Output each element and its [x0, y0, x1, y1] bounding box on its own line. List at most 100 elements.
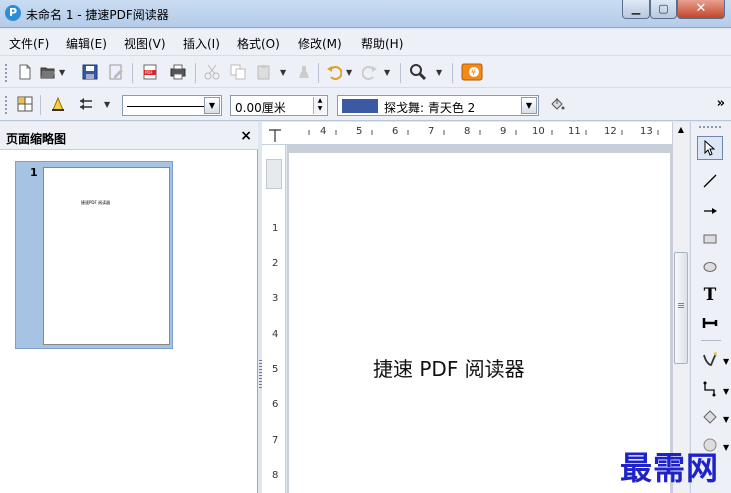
connector-tool[interactable] [697, 378, 723, 402]
line-style-preview [127, 106, 205, 107]
menu-edit[interactable]: 编辑(E) [66, 35, 107, 52]
menu-help[interactable]: 帮助(H) [361, 35, 403, 52]
ruler-ticks [308, 130, 659, 135]
thumbnail-page: 捷速PDF 阅读器 [43, 167, 170, 345]
title-bar: P 未命名 1 - 捷速PDF阅读器 ▁ ▢ ✕ [0, 0, 731, 28]
toolbar-separator [318, 63, 319, 83]
toolbar-separator [40, 95, 41, 115]
page-thumbnail[interactable]: 1 捷速PDF 阅读器 [15, 161, 173, 349]
chevron-down-icon[interactable]: ▼ [59, 68, 65, 77]
rectangle-tool[interactable] [697, 228, 723, 252]
svg-text:¥: ¥ [471, 68, 476, 77]
export-pdf-icon[interactable]: PDF [142, 64, 158, 80]
toolbar-grip[interactable] [5, 64, 7, 82]
thumbnail-text: 捷速PDF 阅读器 [81, 200, 111, 205]
page-number: 1 [30, 166, 38, 179]
menu-view[interactable]: 视图(V) [124, 35, 166, 52]
ruler-number: 1 [272, 223, 279, 234]
line-fill-toolbar: ▼ ▼ 0.00厘米 ▲ ▼ 探戈舞: 青天色 2 ▼ » [0, 87, 731, 121]
line-style-icon[interactable] [50, 96, 66, 112]
chevron-down-icon[interactable]: ▼ [104, 100, 110, 109]
line-style-select[interactable]: ▼ [122, 95, 222, 116]
chevron-down-icon[interactable]: ▼ [204, 97, 220, 114]
object-properties-icon[interactable] [17, 96, 33, 112]
chevron-down-icon[interactable]: ▼ [436, 68, 442, 77]
cut-icon[interactable] [204, 64, 220, 80]
curve-tool[interactable] [697, 348, 723, 372]
scrollbar-thumb[interactable] [674, 252, 688, 364]
chevron-down-icon[interactable]: ▼ [723, 443, 729, 452]
extension-icon[interactable]: ¥ [461, 63, 483, 81]
menu-format[interactable]: 格式(O) [237, 35, 280, 52]
app-icon: P [5, 5, 21, 21]
connector-icon [703, 381, 716, 397]
ruler-number: 7 [272, 435, 279, 446]
document-text[interactable]: 捷速 PDF 阅读器 [373, 353, 525, 382]
zoom-icon[interactable] [410, 64, 426, 80]
menu-insert[interactable]: 插入(I) [183, 35, 220, 52]
copy-icon[interactable] [230, 64, 246, 80]
line-tool[interactable] [697, 170, 723, 194]
tab-stop-icon[interactable] [268, 124, 282, 142]
chevron-down-icon[interactable]: ▼ [384, 68, 390, 77]
vertical-text-tool[interactable] [697, 312, 723, 336]
horizontal-ruler: 4 5 6 7 8 9 10 11 12 13 [262, 122, 672, 145]
select-tool[interactable] [697, 136, 723, 160]
close-icon[interactable]: × [240, 128, 252, 144]
scroll-up-icon[interactable]: ▲ [673, 122, 689, 138]
open-icon[interactable] [40, 64, 56, 80]
more-tools-icon[interactable]: » [717, 96, 725, 111]
menu-modify[interactable]: 修改(M) [298, 35, 342, 52]
undo-icon[interactable] [326, 64, 342, 80]
document-page[interactable]: 捷速 PDF 阅读器 [289, 153, 670, 493]
cursor-arrow-icon [704, 139, 716, 156]
chevron-down-icon[interactable]: ▼ [280, 68, 286, 77]
panel-title: 页面缩略图 [6, 132, 67, 146]
chevron-down-icon[interactable]: ▼ [346, 68, 352, 77]
chevron-down-icon[interactable]: ▼ [723, 387, 729, 396]
vertical-text-icon [702, 318, 718, 328]
chevron-down-icon[interactable]: ▼ [723, 415, 729, 424]
vertical-ruler: 1 2 3 4 5 6 7 8 [262, 145, 286, 493]
ruler-number: 5 [272, 364, 279, 375]
toolbar-grip[interactable] [699, 126, 723, 128]
paste-icon[interactable] [256, 64, 272, 80]
arrow-style-icon[interactable] [78, 96, 94, 112]
new-icon[interactable] [17, 64, 33, 80]
text-icon: T [703, 285, 717, 305]
menu-file[interactable]: 文件(F) [9, 35, 49, 52]
ellipse-tool[interactable] [697, 256, 723, 280]
drawing-toolbar: T ▼ ▼ ▼ ▼ [690, 122, 731, 493]
chevron-down-icon[interactable]: ▼ [723, 357, 729, 366]
maximize-button[interactable]: ▢ [650, 0, 677, 19]
clone-icon[interactable] [296, 64, 312, 80]
text-tool[interactable]: T [697, 284, 723, 308]
toolbar-grip[interactable] [5, 96, 7, 114]
paint-bucket-icon[interactable] [549, 96, 565, 112]
chevron-down-icon[interactable]: ▼ [521, 97, 537, 114]
arrow-line-tool[interactable] [697, 200, 723, 224]
print-icon[interactable] [170, 64, 186, 80]
minimize-button[interactable]: ▁ [622, 0, 650, 19]
window-title: 未命名 1 - 捷速PDF阅读器 [26, 8, 169, 22]
toolbar-separator [132, 63, 133, 83]
line-width-spinner[interactable]: ▲ ▼ [313, 97, 326, 114]
edit-icon[interactable] [108, 64, 124, 80]
vertical-scrollbar[interactable]: ▲ [672, 122, 689, 493]
redo-icon[interactable] [362, 64, 378, 80]
line-width-field[interactable]: 0.00厘米 ▲ ▼ [230, 95, 328, 116]
basic-shapes-tool[interactable] [697, 406, 723, 430]
panel-header: 页面缩略图 × [0, 122, 258, 150]
document-area[interactable]: 捷速 PDF 阅读器 [287, 145, 672, 493]
close-button[interactable]: ✕ [677, 0, 725, 19]
ruler-number: 6 [272, 399, 279, 410]
ruler-number: 3 [272, 293, 279, 304]
area-color-select[interactable]: 探戈舞: 青天色 2 ▼ [337, 95, 539, 116]
menu-bar: 文件(F) 编辑(E) 视图(V) 插入(I) 格式(O) 修改(M) 帮助(H… [0, 29, 731, 55]
area-color-swatch [342, 99, 378, 113]
area-color-label: 探戈舞: 青天色 2 [384, 101, 476, 115]
toolbar-separator [400, 63, 401, 83]
standard-toolbar: ▼ PDF ▼ ▼ ▼ ▼ ¥ [0, 55, 731, 87]
save-icon[interactable] [82, 64, 98, 80]
arrow-right-icon [704, 208, 717, 214]
